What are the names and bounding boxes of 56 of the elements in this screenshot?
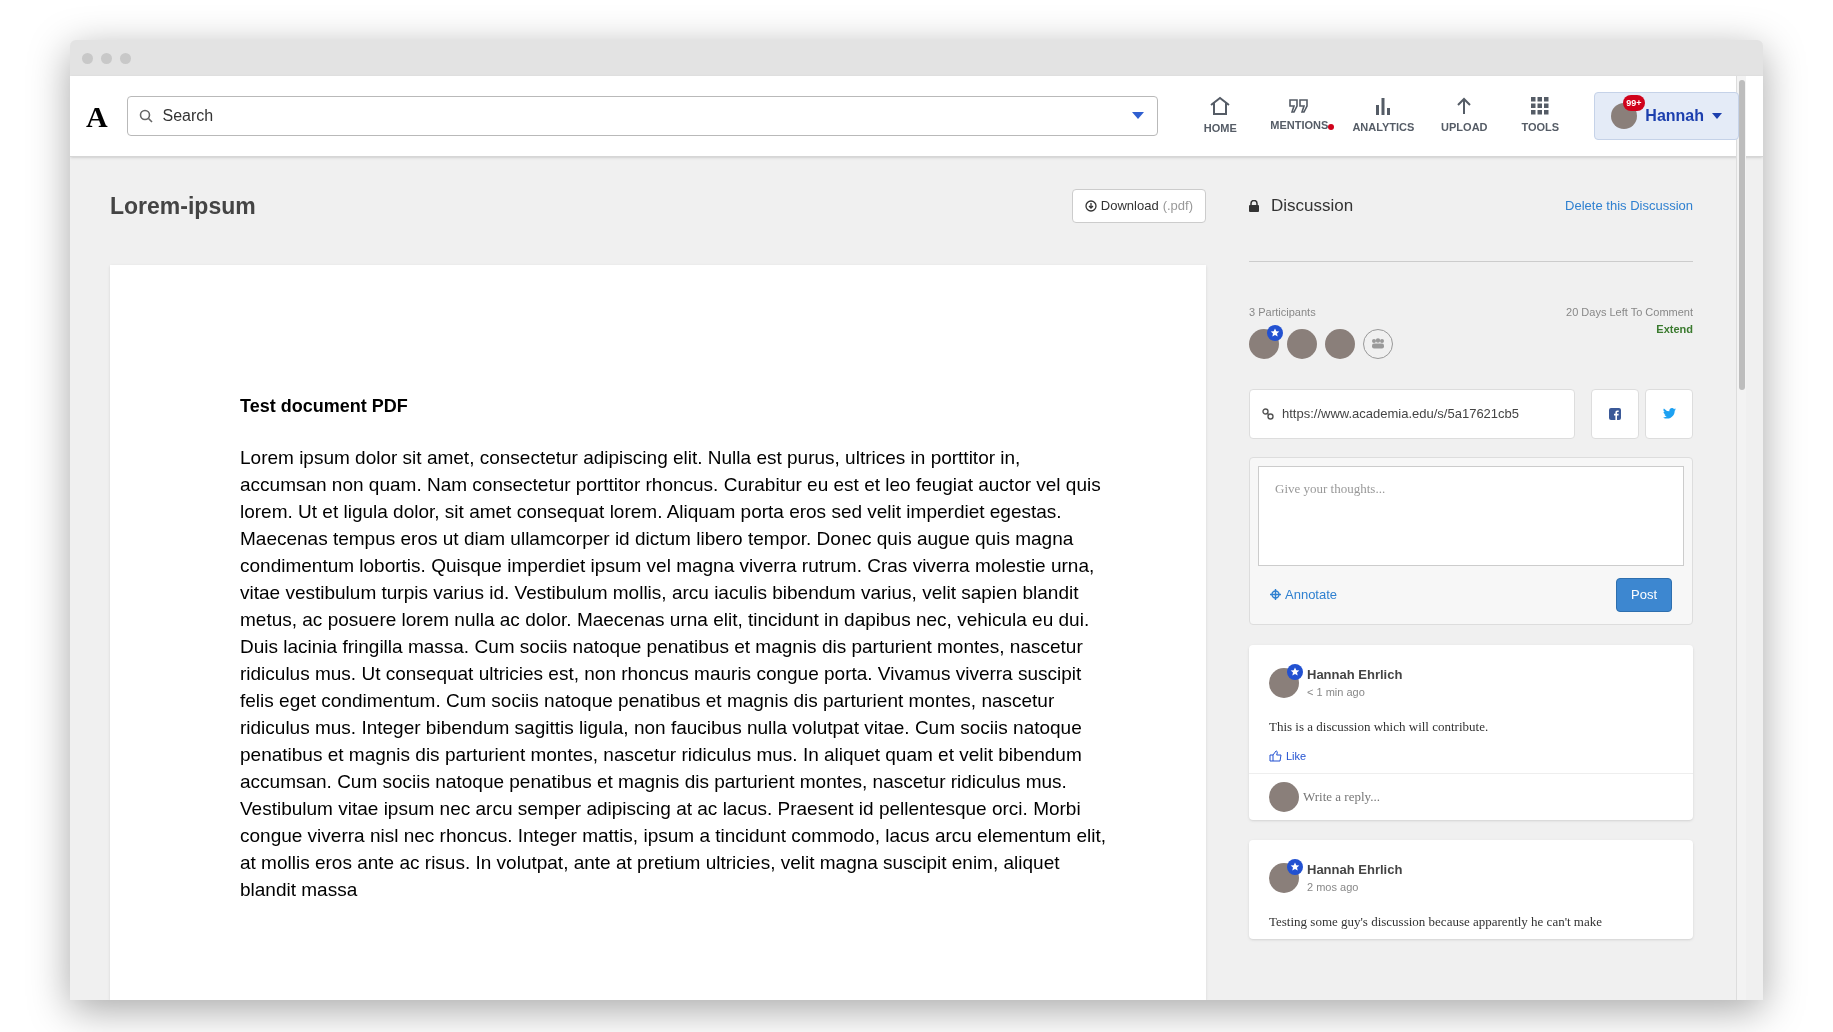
crosshair-icon: [1270, 589, 1281, 600]
bar-chart-icon: [1374, 96, 1393, 115]
document-title: Lorem-ipsum: [110, 191, 256, 221]
comment-author: Hannah Ehrlich: [1307, 860, 1403, 879]
document-heading: Test document PDF: [240, 395, 409, 418]
document-paragraph: Lorem ipsum dolor sit amet, consectetur adipiscing elit. Nulla est purus, ultrices in porttitor in, accumsan non quam. Nam consectetur porttitor rhoncus. Curabitur eu est et leo feugiat auctor vel quis lorem. Ut et ligula dolor, sit amet consequat lorem. Aliquam porta eros sed velit imperdiet egestas. Maecenas tempus eros ut diam ullamcorper id dictum libero tempor. Donec quis augue quis magna condimentum lobortis. Quisque imperdiet ipsum vel magna viverra rutrum. Cras viverra molestie urna, vitae vestibulum turpis varius id. Vestibulum mollis, arcu iaculis bibendum varius, velit sapien blandit metus, ac posuere lorem nulla ac dolor. Maecenas urna elit, tincidunt in dapibus nec, vehicula eu dui. Duis lacinia fringilla massa. Cum sociis natoque penatibus et magnis dis parturient montes, nascetur ridiculus mus. Ut consequat ultricies est, non rhoncus mauris congue porta. Vivamus viverra suscipit felis eget condimentum. Cum sociis natoque penatibus et magnis dis parturient montes, nascetur ridiculus mus. Integer bibendum sagittis ligula, non faucibus nulla volutpat vitae. Cum sociis natoque penatibus et magnis dis parturient montes, nascetur ridiculus mus. In aliquet quam et velit bibendum accumsan. Cum sociis natoque penatibus et magnis dis parturient montes, nascetur ridiculus mus. Vestibulum vitae ipsum nec arcu semper adipiscing at ac lacus. Praesent id pellentesque orci. Morbi congue viverra nisl nec rhoncus. Integer mattis, ipsum a tincidunt commodo, lacus arcu elementum elit, at mollis eros ante ac risus. In volutpat, ante at pretium ultricies, velit magna suscipit enim, aliquet blandit massa: [240, 446, 1106, 902]
comment-text: This is a discussion which will contribute.: [1269, 717, 1490, 736]
post-button[interactable]: Post: [1616, 577, 1672, 612]
participants-count: 3 Participants: [1249, 305, 1317, 320]
star-badge-icon: [1287, 663, 1303, 680]
quote-icon: [1289, 98, 1310, 113]
nav-item[interactable]: UPLOAD: [1426, 86, 1503, 146]
annotate-button[interactable]: Annotate: [1270, 584, 1338, 605]
days-left-text: 20 Days Left To Comment: [1566, 305, 1693, 320]
comment-text: Testing some guy's discussion because apparently he can't make: [1269, 912, 1604, 931]
delete-discussion-link[interactable]: Delete this Discussion: [1565, 196, 1693, 216]
comment-author: Hannah Ehrlich: [1307, 665, 1403, 684]
nav-item[interactable]: HOME: [1182, 86, 1259, 146]
user-menu-button[interactable]: 99+ Hannah: [1594, 92, 1739, 140]
user-name: Hannah: [1645, 106, 1704, 126]
nav-item[interactable]: MENTIONS: [1258, 86, 1341, 146]
star-badge-icon: [1287, 858, 1303, 875]
search-field[interactable]: Search: [127, 96, 1159, 136]
participant-avatar: [1287, 328, 1317, 359]
nav-item[interactable]: TOOLS: [1502, 86, 1579, 146]
extend-link[interactable]: Extend: [1656, 320, 1693, 337]
twitter-share-button[interactable]: [1645, 388, 1693, 439]
participant-avatar: [1325, 328, 1355, 359]
notification-count-badge: 99+: [1623, 95, 1645, 111]
caret-icon: [1132, 112, 1145, 120]
bird-icon: [1662, 408, 1676, 419]
group-icon: [1371, 338, 1385, 349]
facebook-icon: [1609, 407, 1621, 420]
nav-item[interactable]: ANALYTICS: [1340, 86, 1427, 146]
reply-input[interactable]: Write a reply...: [1303, 786, 1673, 807]
comment-input[interactable]: Give your thoughts...: [1258, 465, 1684, 566]
thumbs-up-icon: [1269, 750, 1282, 763]
share-link-field[interactable]: https://www.academia.edu/s/5a17621cb5: [1249, 388, 1575, 439]
link-icon: [1262, 407, 1274, 420]
comment-time: < 1 min ago: [1307, 685, 1366, 700]
star-badge-icon: [1267, 324, 1283, 341]
caret-icon: [1712, 113, 1722, 119]
facebook-share-button[interactable]: [1591, 388, 1639, 439]
search-icon: [139, 109, 154, 123]
download-icon: [1084, 200, 1097, 212]
arrow-up-icon: [1456, 96, 1473, 115]
discussion-title: Discussion: [1271, 195, 1354, 218]
grid-icon: [1531, 96, 1550, 115]
download-button[interactable]: Download (.pdf): [1071, 189, 1206, 223]
logo[interactable]: A: [86, 93, 112, 139]
home-icon: [1209, 95, 1232, 116]
user-avatar: [1269, 781, 1299, 812]
lock-icon: [1249, 200, 1259, 212]
comment-time: 2 mos ago: [1307, 880, 1360, 895]
like-button[interactable]: Like: [1269, 748, 1307, 765]
scrollbar-thumb[interactable]: [1738, 80, 1745, 390]
